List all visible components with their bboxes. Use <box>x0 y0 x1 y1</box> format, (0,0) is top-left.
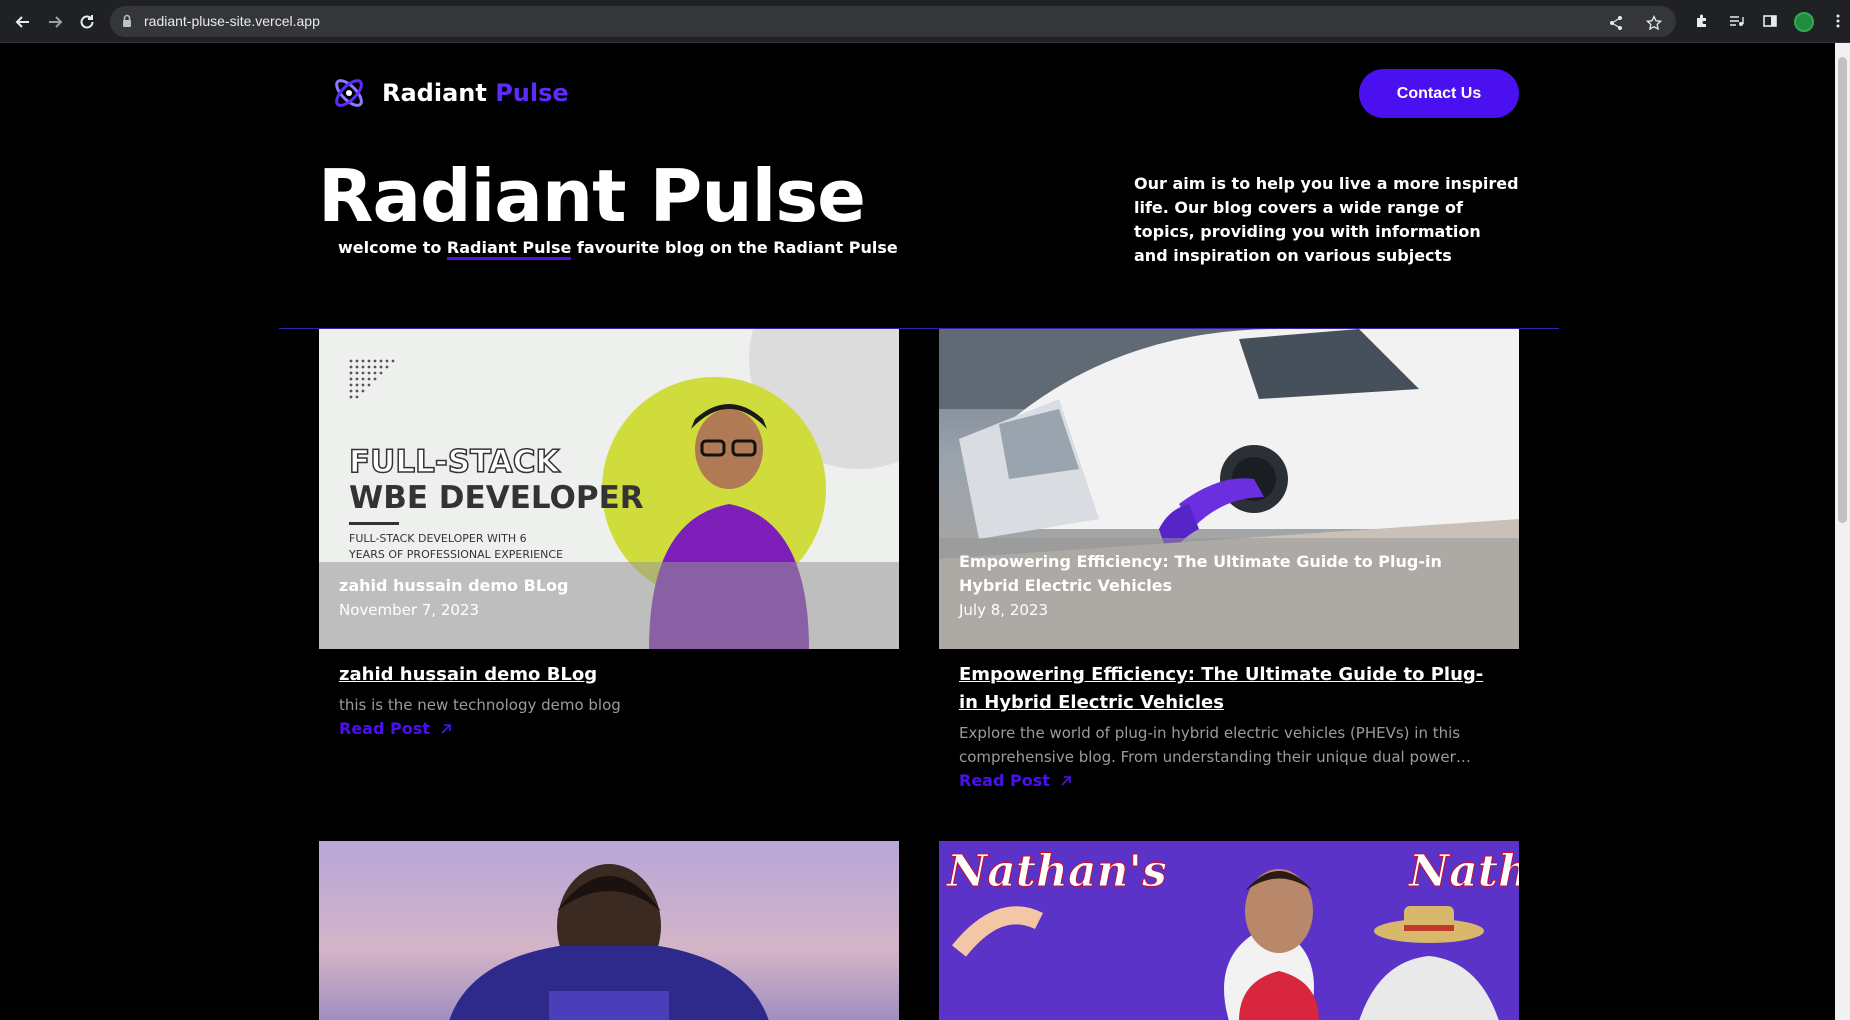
extensions-icon[interactable] <box>1690 9 1714 33</box>
tagline-link[interactable]: Radiant Pulse <box>446 238 572 260</box>
hero-title: Radiant Pulse <box>318 154 866 238</box>
image-text-line1: FULL-STACK <box>348 443 560 481</box>
hero-tagline: welcome to Radiant Pulse favourite blog … <box>338 238 898 260</box>
card-image[interactable]: Nathan's Nathan's <box>939 841 1519 1020</box>
read-post-link[interactable]: Read Post <box>959 769 1072 793</box>
image-text-line3: FULL-STACK DEVELOPER WITH 6 <box>349 532 527 545</box>
blog-card: Empowering Efficiency: The Ultimate Guid… <box>939 329 1519 793</box>
nathans-logo-text: Nathan's <box>947 846 1168 897</box>
read-post-label: Read Post <box>339 719 430 738</box>
tagline-suffix: favourite blog on the Radiant Pulse <box>576 238 898 257</box>
overlay-date: July 8, 2023 <box>959 601 1048 619</box>
site-logo[interactable]: Radiant Pulse <box>330 74 569 112</box>
blog-card: Nathan's Nathan's <box>939 841 1519 1020</box>
card-title[interactable]: zahid hussain demo BLog <box>339 661 879 689</box>
reload-icon[interactable] <box>74 9 100 35</box>
forward-icon[interactable] <box>42 9 68 35</box>
back-icon[interactable] <box>10 9 36 35</box>
lock-icon <box>123 14 131 27</box>
profile-avatar[interactable] <box>1792 9 1816 33</box>
atom-logo-icon <box>335 79 363 107</box>
card-image[interactable] <box>319 841 899 1020</box>
arrow-up-right-icon <box>1061 776 1071 786</box>
arrow-up-right-icon <box>441 724 451 734</box>
nathans-logo-text: Nathan's <box>1409 846 1519 897</box>
star-icon[interactable] <box>1642 11 1666 35</box>
menu-icon[interactable] <box>1826 9 1850 33</box>
contact-us-button[interactable]: Contact Us <box>1359 69 1519 118</box>
blog-card: FULL-STACK WBE DEVELOPER FULL-STACK DEVE… <box>319 329 899 741</box>
page-viewport: Radiant Pulse Contact Us Radiant Pulse w… <box>0 43 1850 1020</box>
overlay-title: Empowering Efficiency: The Ultimate Guid… <box>959 552 1442 595</box>
media-icon[interactable] <box>1724 9 1748 33</box>
overlay-title: zahid hussain demo BLog <box>339 576 569 595</box>
card-image[interactable]: Empowering Efficiency: The Ultimate Guid… <box>939 329 1519 649</box>
card-description: Explore the world of plug-in hybrid elec… <box>959 724 1461 766</box>
hero-aim-text: Our aim is to help you live a more inspi… <box>1134 174 1519 265</box>
tagline-prefix: welcome to <box>338 238 442 257</box>
image-text-line4: YEARS OF PROFESSIONAL EXPERIENCE <box>349 548 564 561</box>
share-icon[interactable] <box>1604 11 1628 35</box>
image-text-line2: WBE DEVELOPER <box>349 480 644 516</box>
browser-toolbar: radiant-pluse-site.vercel.app <box>0 0 1850 43</box>
read-post-label: Read Post <box>959 771 1050 790</box>
blog-card <box>319 841 899 1020</box>
url-text: radiant-pluse-site.vercel.app <box>144 13 320 29</box>
card-title[interactable]: Empowering Efficiency: The Ultimate Guid… <box>959 661 1499 717</box>
sidepanel-icon[interactable] <box>1758 9 1782 33</box>
card-overlay: zahid hussain demo BLog November 7, 2023 <box>319 562 899 649</box>
card-overlay: Empowering Efficiency: The Ultimate Guid… <box>939 538 1519 649</box>
logo-word-radiant: Radiant <box>382 79 487 107</box>
read-post-link[interactable]: Read Post <box>339 717 452 741</box>
address-bar[interactable]: radiant-pluse-site.vercel.app <box>110 6 1676 37</box>
card-image[interactable]: FULL-STACK WBE DEVELOPER FULL-STACK DEVE… <box>319 329 899 649</box>
page-scrollbar[interactable] <box>1835 43 1850 1020</box>
logo-word-pulse: Pulse <box>495 79 569 107</box>
card-description: this is the new technology demo blog <box>339 696 621 714</box>
overlay-date: November 7, 2023 <box>339 601 480 619</box>
scrollbar-thumb[interactable] <box>1838 57 1847 523</box>
